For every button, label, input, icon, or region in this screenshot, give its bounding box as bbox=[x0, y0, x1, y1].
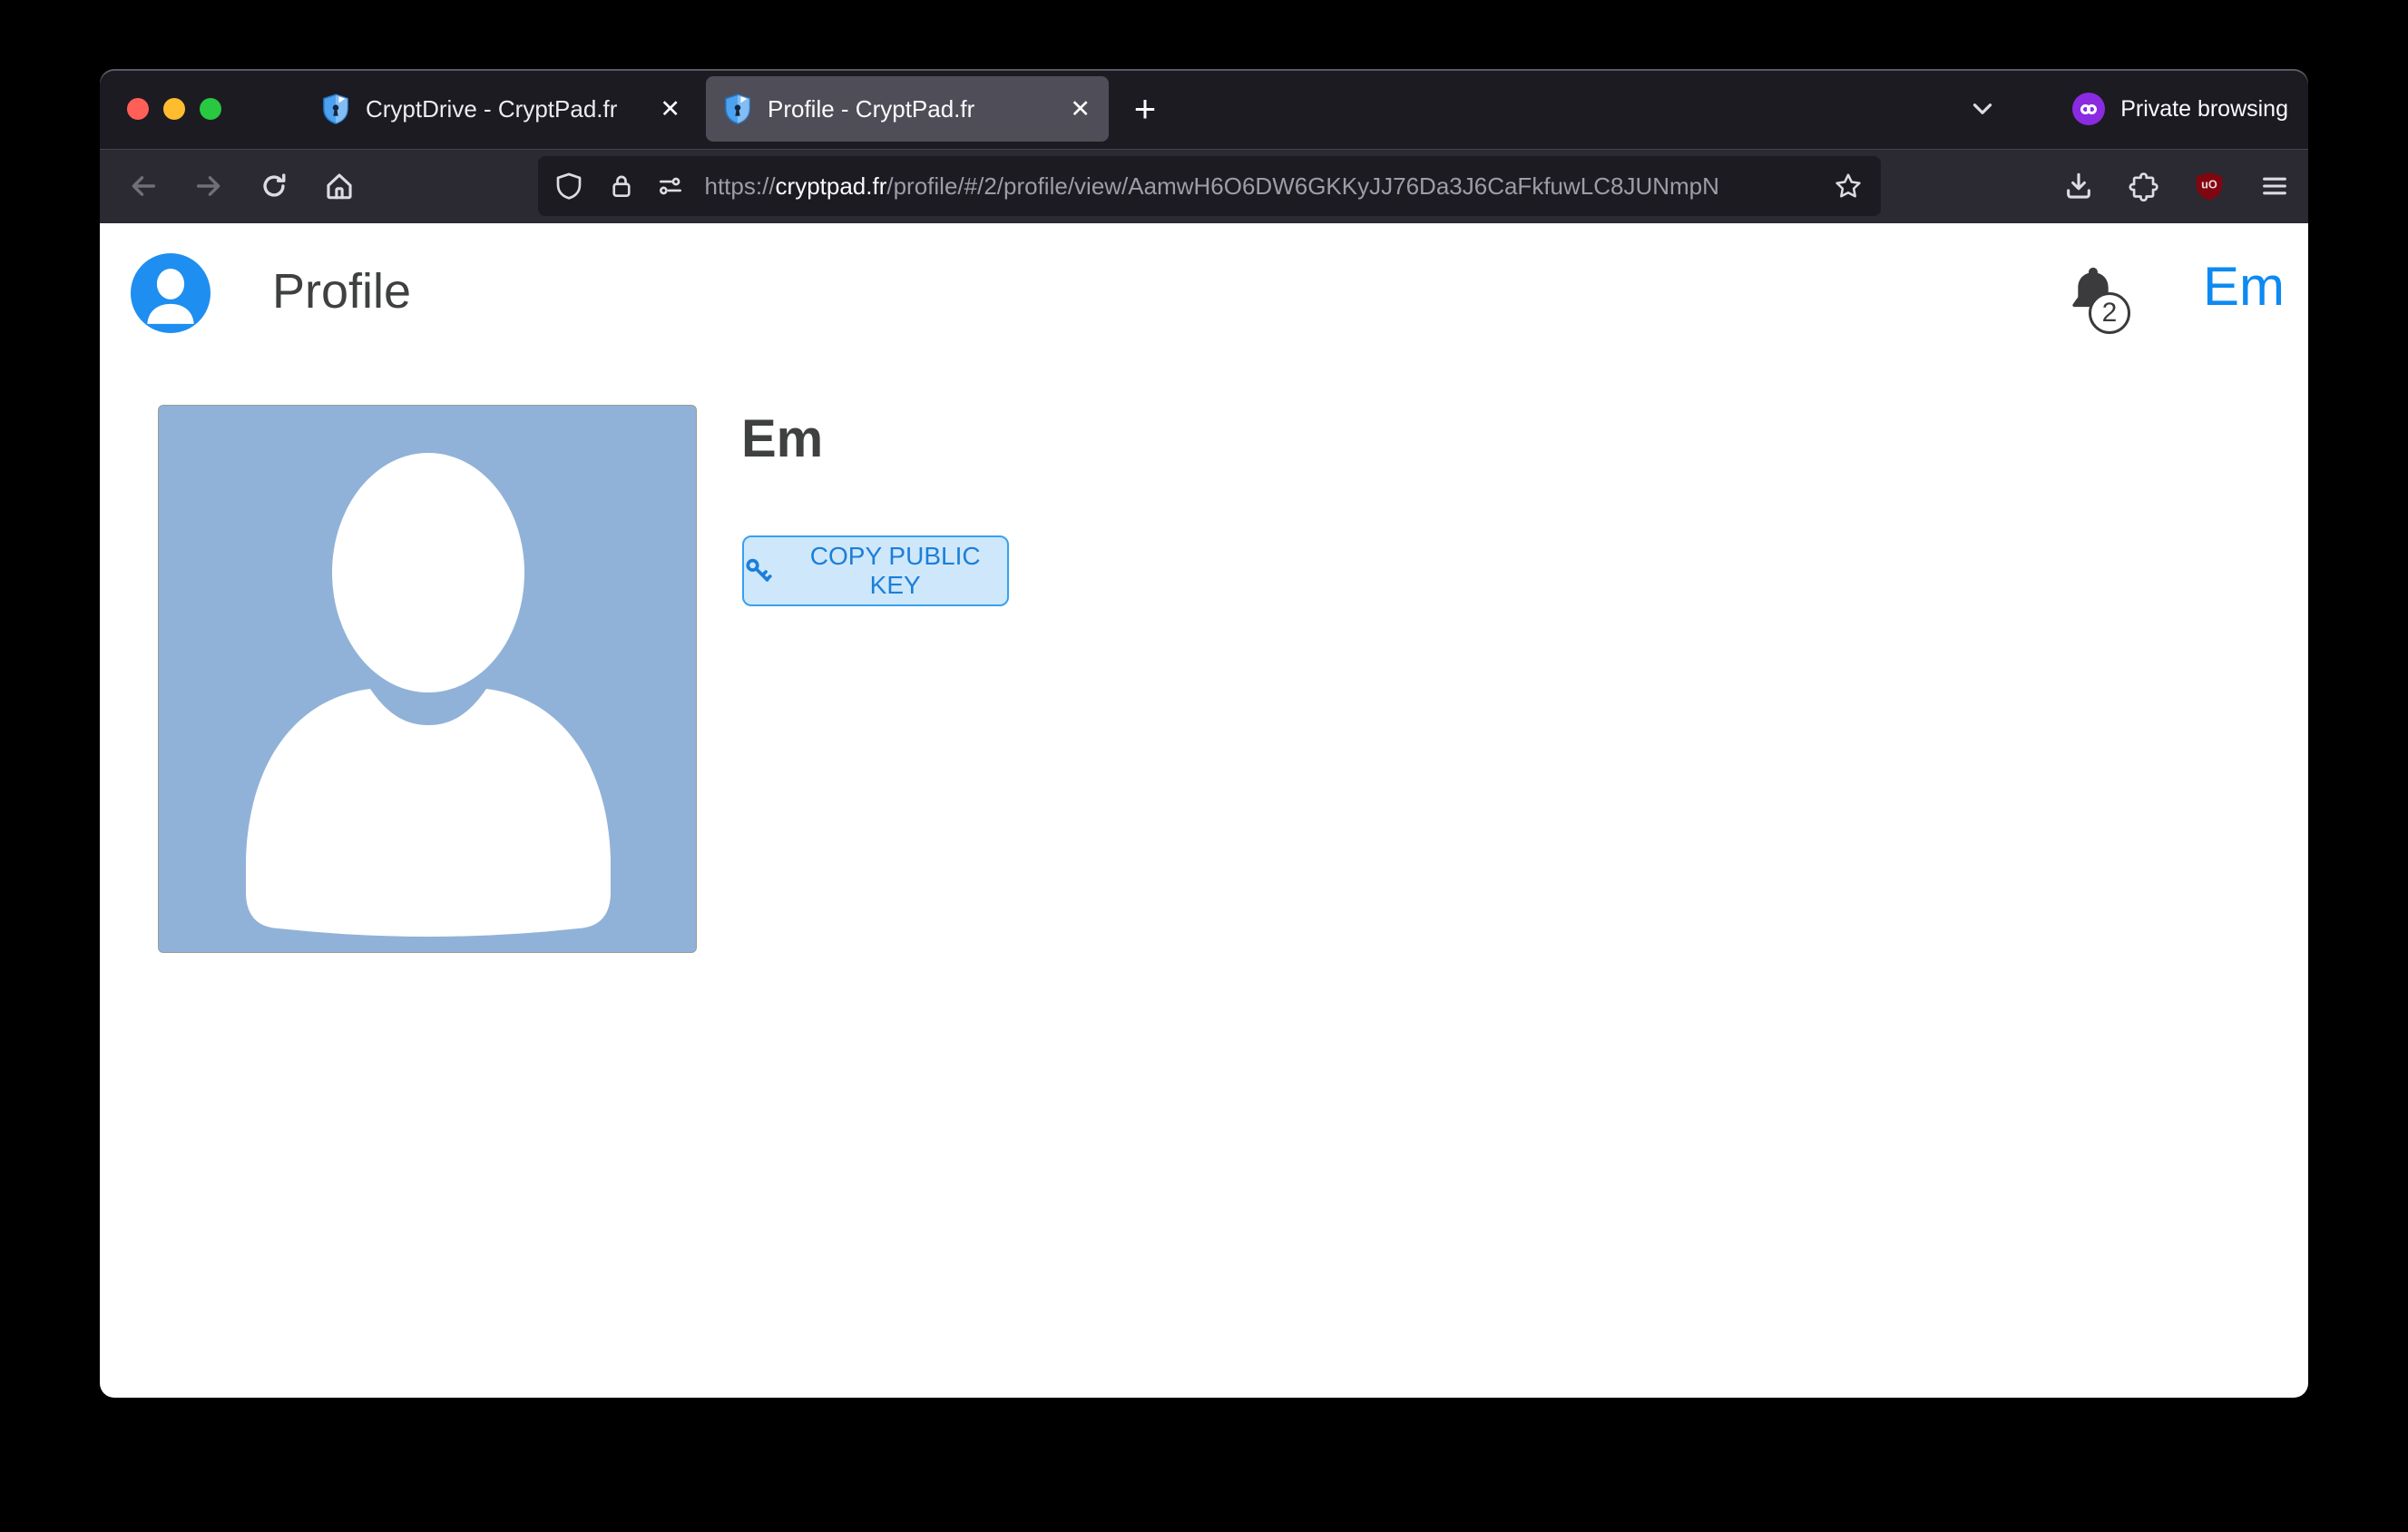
ublock-origin-button[interactable]: uO bbox=[2189, 166, 2229, 206]
window-controls bbox=[127, 98, 221, 120]
ublock-shield-icon: uO bbox=[2194, 171, 2225, 201]
menu-button[interactable] bbox=[2255, 166, 2295, 206]
tab-title: CryptDrive - CryptPad.fr bbox=[366, 95, 651, 123]
home-icon bbox=[324, 171, 355, 201]
private-browsing-indicator: Private browsing bbox=[2072, 69, 2288, 149]
zoom-window-button[interactable] bbox=[200, 98, 221, 120]
page-title: Profile bbox=[272, 265, 411, 319]
url-fade-overlay bbox=[1747, 172, 1828, 201]
back-button[interactable] bbox=[123, 166, 163, 206]
tab-close-icon[interactable]: ✕ bbox=[1070, 95, 1091, 123]
downloads-button[interactable] bbox=[2059, 166, 2099, 206]
sliders-icon bbox=[656, 172, 685, 201]
permissions-button[interactable] bbox=[651, 166, 690, 206]
tab-bar: CryptDrive - CryptPad.fr ✕ Profile - Cry… bbox=[100, 69, 2308, 149]
lock-icon bbox=[607, 172, 636, 201]
notification-count: 2 bbox=[2102, 298, 2118, 329]
url-bar[interactable]: https://cryptpad.fr/profile/#/2/profile/… bbox=[538, 156, 1881, 216]
profile-display-name: Em bbox=[741, 410, 823, 468]
user-silhouette-icon bbox=[159, 406, 697, 953]
chevron-down-icon bbox=[1967, 93, 1998, 124]
page-content: Profile 2 Em Em COPY PUBLIC KEY bbox=[100, 223, 2308, 1398]
shield-icon bbox=[554, 172, 583, 201]
minimize-window-button[interactable] bbox=[163, 98, 185, 120]
new-tab-button[interactable]: + bbox=[1123, 89, 1167, 133]
profile-avatar-placeholder bbox=[158, 405, 697, 953]
hamburger-icon bbox=[2259, 171, 2290, 201]
tab-cryptdrive[interactable]: CryptDrive - CryptPad.fr ✕ bbox=[304, 76, 699, 142]
connection-security-button[interactable] bbox=[602, 166, 641, 206]
forward-button[interactable] bbox=[189, 166, 229, 206]
cryptpad-favicon-icon bbox=[322, 93, 349, 125]
reload-icon bbox=[259, 171, 289, 201]
key-icon bbox=[744, 556, 772, 585]
bookmark-star-button[interactable] bbox=[1828, 166, 1868, 206]
tab-title: Profile - CryptPad.fr bbox=[768, 95, 1061, 123]
reload-button[interactable] bbox=[254, 166, 294, 206]
copy-public-key-button[interactable]: COPY PUBLIC KEY bbox=[742, 535, 1009, 606]
user-menu-link[interactable]: Em bbox=[2203, 260, 2285, 314]
cryptpad-favicon-icon bbox=[724, 93, 751, 125]
private-browsing-label: Private browsing bbox=[2120, 96, 2288, 123]
url-domain: cryptpad.fr bbox=[776, 172, 887, 200]
back-arrow-icon bbox=[128, 171, 159, 201]
tab-close-icon[interactable]: ✕ bbox=[660, 95, 680, 123]
list-all-tabs-button[interactable] bbox=[1963, 89, 2002, 129]
close-window-button[interactable] bbox=[127, 98, 149, 120]
tab-profile-active[interactable]: Profile - CryptPad.fr ✕ bbox=[706, 76, 1109, 142]
extensions-button[interactable] bbox=[2124, 166, 2164, 206]
forward-arrow-icon bbox=[193, 171, 224, 201]
url-scheme: https:// bbox=[705, 172, 776, 200]
home-button[interactable] bbox=[319, 166, 359, 206]
url-path: /profile/#/2/profile/view/AamwH6O6DW6GKK… bbox=[886, 172, 1719, 200]
profile-app-icon[interactable] bbox=[131, 253, 210, 333]
private-mask-icon bbox=[2072, 93, 2105, 125]
notification-count-badge: 2 bbox=[2089, 292, 2130, 334]
url-input[interactable]: https://cryptpad.fr/profile/#/2/profile/… bbox=[705, 172, 1828, 201]
copy-public-key-label: COPY PUBLIC KEY bbox=[783, 542, 1007, 600]
puzzle-piece-icon bbox=[2129, 171, 2159, 201]
browser-window: CryptDrive - CryptPad.fr ✕ Profile - Cry… bbox=[100, 69, 2308, 1398]
star-icon bbox=[1834, 172, 1863, 201]
tracking-protection-button[interactable] bbox=[549, 166, 589, 206]
download-icon bbox=[2063, 171, 2094, 201]
navigation-toolbar: https://cryptpad.fr/profile/#/2/profile/… bbox=[100, 149, 2308, 223]
svg-text:uO: uO bbox=[2201, 178, 2217, 192]
